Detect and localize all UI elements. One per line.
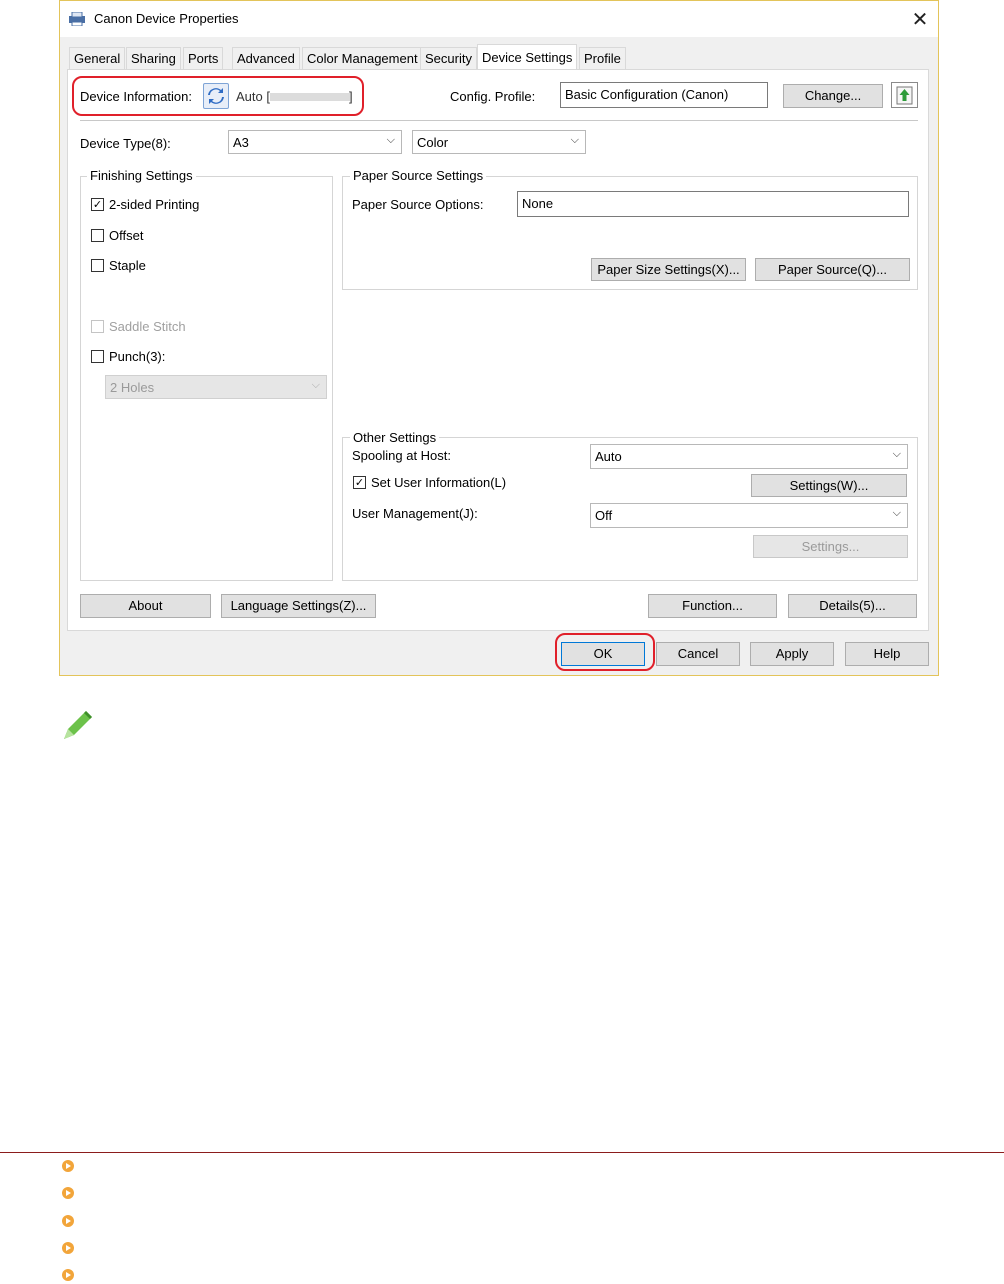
punch-holes-value: 2 Holes: [110, 380, 155, 395]
close-icon[interactable]: ✕: [906, 5, 934, 33]
punch-holes-select[interactable]: 2 Holes ⌵: [105, 375, 327, 399]
user-management-value: Off: [595, 508, 613, 523]
tab-ports[interactable]: Ports: [183, 47, 224, 69]
circle-arrow-icon[interactable]: [62, 1187, 74, 1199]
circle-arrow-icon[interactable]: [62, 1269, 74, 1281]
user-management-select[interactable]: Off ⌵: [590, 503, 908, 528]
printer-icon: [68, 11, 86, 27]
chevron-down-icon: ⌵: [892, 506, 901, 519]
pencil-icon: [58, 705, 94, 745]
saddle-stitch-checkbox[interactable]: [91, 320, 104, 333]
help-button[interactable]: Help: [845, 642, 929, 666]
settings-button[interactable]: Settings...: [753, 535, 908, 558]
tab-sharing[interactable]: Sharing: [126, 47, 181, 69]
title-bar: Canon Device Properties ✕: [60, 1, 938, 37]
offset-checkbox[interactable]: [91, 229, 104, 242]
window-title: Canon Device Properties: [94, 11, 239, 26]
tab-advanced[interactable]: Advanced: [232, 47, 300, 69]
punch-label: Punch(3):: [109, 349, 166, 364]
tab-color-management[interactable]: Color Management: [302, 47, 423, 69]
user-management-label: User Management(J):: [352, 506, 478, 521]
header-divider: [80, 120, 918, 121]
device-information-highlight: [72, 76, 364, 116]
tab-general[interactable]: General: [69, 47, 126, 69]
about-button[interactable]: About: [80, 594, 211, 618]
color-mode-select[interactable]: Color ⌵: [412, 130, 586, 154]
paper-size-settings-button[interactable]: Paper Size Settings(X)...: [591, 258, 746, 281]
paper-source-title: Paper Source Settings: [350, 168, 487, 183]
apply-button[interactable]: Apply: [750, 642, 834, 666]
spooling-label: Spooling at Host:: [352, 448, 452, 463]
config-profile-field[interactable]: Basic Configuration (Canon): [560, 82, 768, 108]
tab-profile[interactable]: Profile: [579, 47, 626, 69]
device-type-select[interactable]: A3 ⌵: [228, 130, 402, 154]
two-sided-label: 2-sided Printing: [109, 197, 200, 212]
finishing-settings-title: Finishing Settings: [87, 168, 196, 183]
device-type-label: Device Type(8):: [80, 136, 171, 151]
chevron-down-icon: ⌵: [311, 378, 320, 391]
spooling-select[interactable]: Auto ⌵: [590, 444, 908, 469]
settings-w-button[interactable]: Settings(W)...: [751, 474, 907, 497]
chevron-down-icon: ⌵: [386, 133, 395, 146]
config-profile-label: Config. Profile:: [450, 89, 536, 104]
function-button[interactable]: Function...: [648, 594, 777, 618]
circle-arrow-icon[interactable]: [62, 1160, 74, 1172]
saddle-stitch-label: Saddle Stitch: [109, 319, 186, 334]
two-sided-checkbox[interactable]: ✓: [91, 198, 104, 211]
properties-window: Canon Device Properties ✕ General Sharin…: [59, 0, 939, 676]
change-button[interactable]: Change...: [783, 84, 883, 108]
section-divider: [0, 1152, 1004, 1153]
chevron-down-icon: ⌵: [570, 133, 579, 146]
tab-security[interactable]: Security: [420, 47, 477, 69]
set-user-info-checkbox[interactable]: ✓: [353, 476, 366, 489]
circle-arrow-icon[interactable]: [62, 1215, 74, 1227]
chevron-down-icon: ⌵: [892, 447, 901, 460]
color-mode-value: Color: [417, 135, 449, 150]
paper-source-button[interactable]: Paper Source(Q)...: [755, 258, 910, 281]
paper-source-options-field[interactable]: None: [517, 191, 909, 217]
tab-device-settings[interactable]: Device Settings: [477, 44, 578, 70]
ok-button-highlight: [555, 633, 655, 671]
set-user-info-label: Set User Information(L): [371, 475, 507, 490]
device-type-value: A3: [233, 135, 249, 150]
other-settings-title: Other Settings: [350, 430, 440, 445]
circle-arrow-icon[interactable]: [62, 1242, 74, 1254]
staple-checkbox[interactable]: [91, 259, 104, 272]
offset-label: Offset: [109, 228, 144, 243]
details-button[interactable]: Details(5)...: [788, 594, 917, 618]
punch-checkbox[interactable]: [91, 350, 104, 363]
language-settings-button[interactable]: Language Settings(Z)...: [221, 594, 376, 618]
paper-source-options-label: Paper Source Options:: [352, 197, 484, 212]
upload-icon[interactable]: [891, 82, 918, 108]
cancel-button[interactable]: Cancel: [656, 642, 740, 666]
spooling-value: Auto: [595, 449, 622, 464]
staple-label: Staple: [109, 258, 146, 273]
